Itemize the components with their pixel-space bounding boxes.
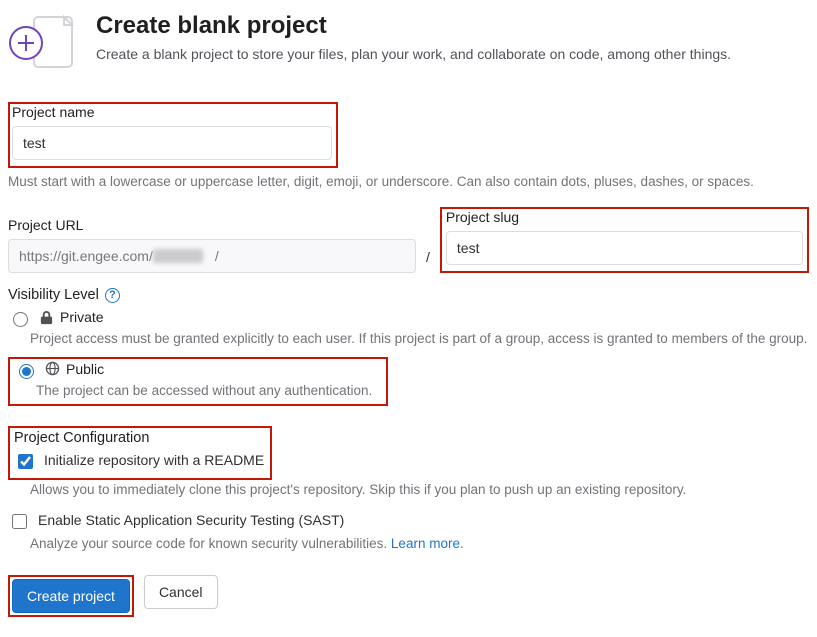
help-icon[interactable]: ? [105,288,120,303]
project-slug-label: Project slug [446,209,803,225]
page-description: Create a blank project to store your fil… [96,46,731,62]
config-heading: Project Configuration [14,430,264,446]
namespace-blur [153,249,203,263]
sast-label: Enable Static Application Security Testi… [38,512,344,528]
readme-desc: Allows you to immediately clone this pro… [30,480,809,500]
sast-checkbox[interactable] [12,514,27,529]
sast-learn-more-link[interactable]: Learn more [391,536,460,551]
project-name-help: Must start with a lowercase or uppercase… [8,174,809,189]
visibility-private-radio[interactable] [13,312,28,327]
readme-checkbox[interactable] [18,454,33,469]
readme-label: Initialize repository with a README [44,452,264,468]
visibility-public-radio[interactable] [19,364,34,379]
sast-desc: Analyze your source code for known secur… [30,536,391,551]
project-url-base[interactable]: https://git.engee.com/ / [8,239,416,273]
visibility-private-desc: Project access must be granted explicitl… [30,329,809,349]
lock-icon [39,310,54,325]
project-name-label: Project name [12,104,332,120]
project-slug-input[interactable] [446,231,803,265]
url-separator: / [426,249,430,273]
globe-icon [45,361,60,376]
cancel-button[interactable]: Cancel [144,575,218,609]
visibility-public-title: Public [66,361,104,377]
blank-project-icon [16,16,72,72]
visibility-public-desc: The project can be accessed without any … [36,381,382,401]
visibility-private-title: Private [60,309,104,325]
create-project-button[interactable]: Create project [12,579,130,613]
visibility-label: Visibility Level [8,287,99,303]
project-name-input[interactable] [12,126,332,160]
project-url-label: Project URL [8,217,416,233]
page-title: Create blank project [96,12,731,40]
